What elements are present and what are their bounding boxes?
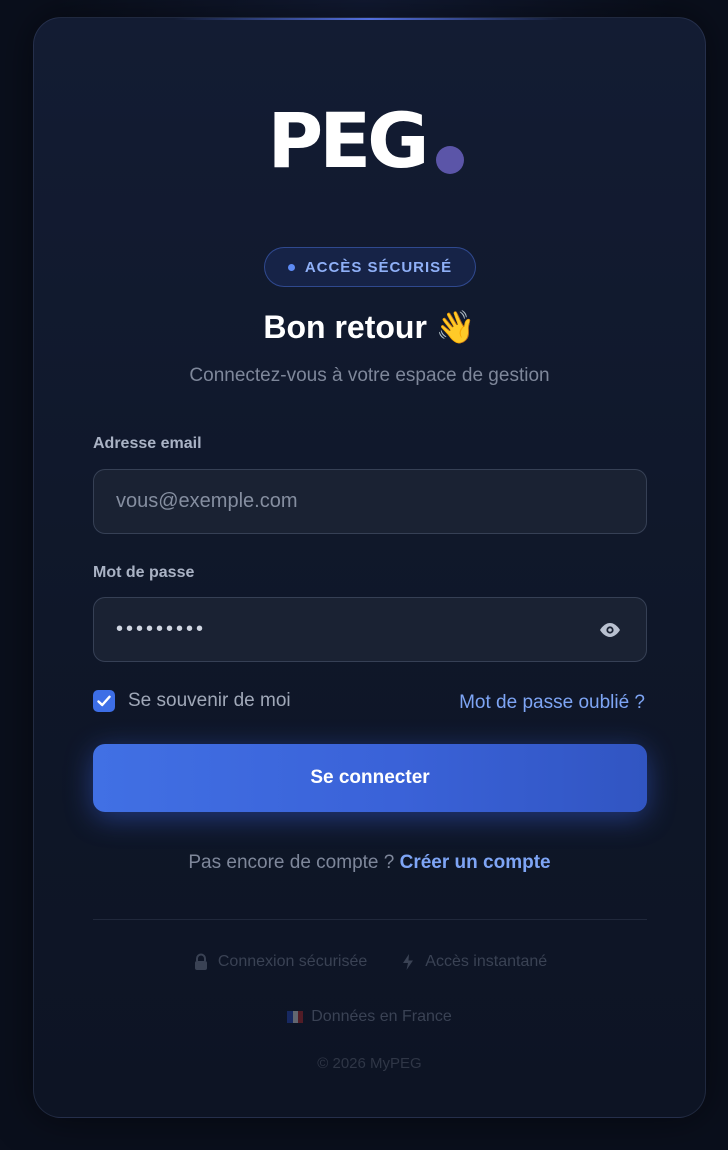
feature-france: Données en France	[287, 1008, 452, 1026]
remember-checkbox[interactable]	[93, 690, 115, 712]
feature-secure: Connexion sécurisée	[192, 953, 367, 971]
badge-dot	[287, 263, 295, 271]
eye-icon[interactable]	[598, 620, 624, 640]
feature-label: Données en France	[311, 1008, 452, 1025]
page-title: Bon retour 👋	[263, 309, 476, 345]
bolt-icon	[399, 953, 417, 971]
login-card: PEG ACCÈS SÉCURISÉ Bon retour 👋 Connecte…	[33, 17, 706, 1118]
password-label: Mot de passe	[93, 564, 195, 581]
card-top-glow	[174, 18, 564, 20]
forgot-password-link[interactable]: Mot de passe oublié ?	[459, 692, 645, 714]
feature-label: Connexion sécurisée	[217, 953, 368, 970]
secure-access-badge: ACCÈS SÉCURISÉ	[264, 247, 476, 287]
feature-instant: Accès instantané	[399, 953, 547, 971]
check-icon	[97, 695, 111, 707]
signup-prompt: Pas encore de compte ? Créer un compte	[34, 852, 705, 874]
email-field-wrapper	[93, 469, 647, 534]
remember-label: Se souvenir de moi	[128, 690, 291, 711]
email-field[interactable]	[116, 490, 624, 513]
password-value: •••••••••	[116, 618, 207, 640]
badge-label: ACCÈS SÉCURISÉ	[304, 258, 453, 276]
create-account-link[interactable]: Créer un compte	[400, 852, 551, 873]
feature-row: Connexion sécurisée Accès instantané	[34, 953, 705, 971]
flag-fr-icon	[287, 1011, 304, 1023]
login-page: PEG ACCÈS SÉCURISÉ Bon retour 👋 Connecte…	[0, 0, 728, 1150]
copyright: © 2026 MyPEG	[317, 1055, 422, 1072]
remember-me[interactable]: Se souvenir de moi	[93, 690, 291, 712]
signup-text: Pas encore de compte ?	[188, 852, 400, 873]
logo-dot	[435, 146, 464, 174]
footer-divider	[93, 919, 647, 920]
email-label: Adresse email	[93, 435, 202, 452]
feature-row-2: Données en France	[34, 1008, 705, 1026]
password-field[interactable]: •••••••••	[93, 597, 647, 662]
logo-text: PEG	[267, 96, 430, 185]
logo: PEG	[34, 96, 705, 186]
feature-label: Accès instantané	[425, 953, 548, 970]
page-subtitle: Connectez-vous à votre espace de gestion	[189, 365, 550, 386]
lock-icon	[192, 953, 210, 971]
login-button[interactable]: Se connecter	[93, 744, 647, 812]
